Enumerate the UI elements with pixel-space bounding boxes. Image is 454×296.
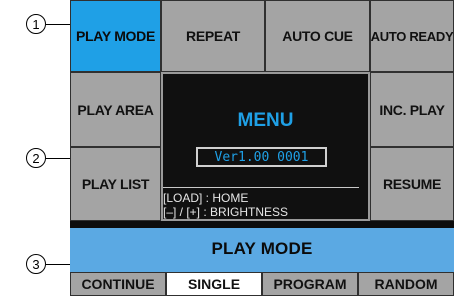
option-single[interactable]: SINGLE	[166, 272, 262, 296]
inc-play-button[interactable]: INC. PLAY	[370, 72, 454, 147]
play-list-button[interactable]: PLAY LIST	[70, 147, 161, 221]
help-home-line: [LOAD] : HOME	[163, 191, 249, 205]
callout-2: 2	[26, 148, 46, 168]
play-area-button[interactable]: PLAY AREA	[70, 72, 161, 147]
version-box: Ver1.00 0001	[196, 147, 327, 167]
option-program[interactable]: PROGRAM	[262, 272, 358, 296]
help-text: [LOAD] : HOME [–] / [+] : BRIGHTNESS	[163, 191, 288, 219]
repeat-button[interactable]: REPEAT	[161, 0, 265, 72]
callout-3-leader	[46, 264, 70, 265]
auto-cue-button[interactable]: AUTO CUE	[265, 0, 370, 72]
option-continue[interactable]: CONTINUE	[70, 272, 166, 296]
menu-title: MENU	[237, 110, 294, 131]
callout-1: 1	[26, 14, 46, 34]
option-random[interactable]: RANDOM	[358, 272, 454, 296]
menu-divider	[163, 187, 359, 188]
resume-button[interactable]: RESUME	[370, 147, 454, 221]
device-screen: PLAY MODE REPEAT AUTO CUE AUTO READY PLA…	[70, 0, 454, 296]
auto-ready-button[interactable]: AUTO READY	[370, 0, 454, 72]
play-mode-button[interactable]: PLAY MODE	[70, 0, 161, 72]
menu-panel: MENU Ver1.00 0001 [LOAD] : HOME [–] / [+…	[161, 72, 370, 221]
callout-3: 3	[26, 254, 46, 274]
play-mode-title: PLAY MODE	[211, 239, 313, 258]
callout-1-leader	[46, 24, 70, 25]
help-brightness-line: [–] / [+] : BRIGHTNESS	[163, 205, 289, 219]
